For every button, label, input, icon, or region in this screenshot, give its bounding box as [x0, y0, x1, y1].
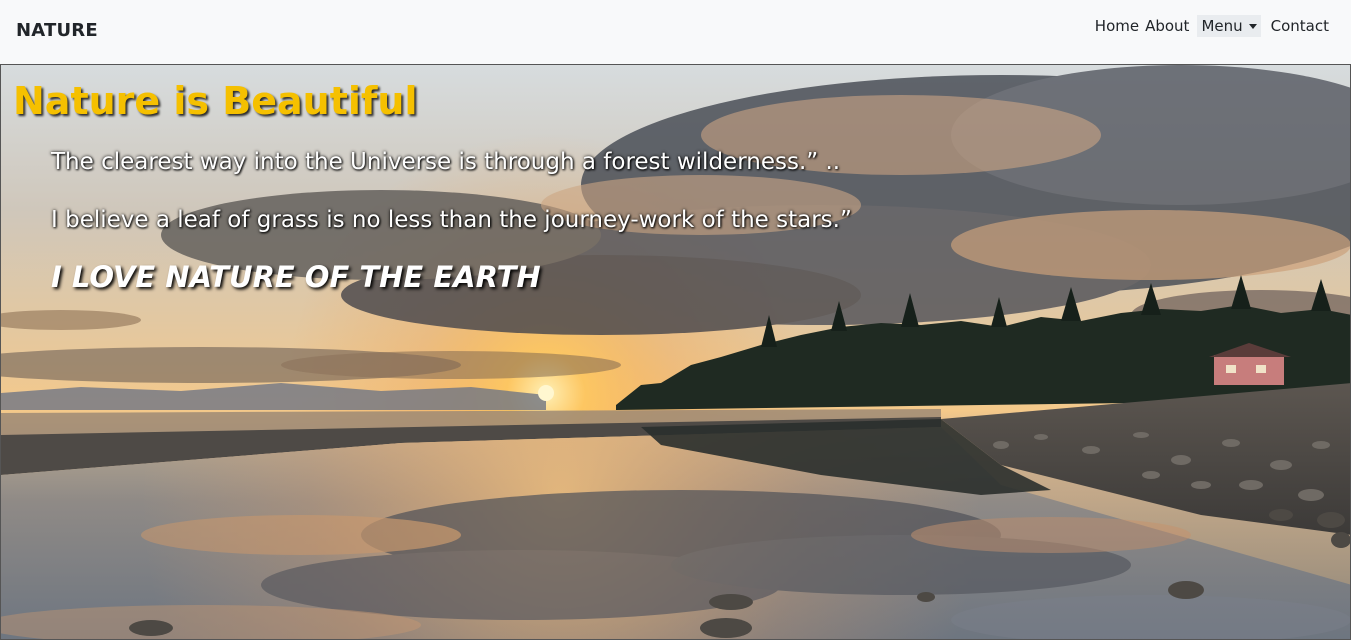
quote-text: The clearest way into the Universe is th…	[51, 149, 841, 175]
top-navbar: NATURE Home About Menu Contact	[0, 0, 1351, 64]
hero-slogan: I LOVE NATURE OF THE EARTH	[51, 260, 541, 294]
hero-title: Nature is Beautiful	[13, 79, 418, 123]
hero-section: Nature is Beautiful The clearest way int…	[0, 64, 1351, 640]
nav-home-link[interactable]: Home	[1095, 15, 1139, 37]
quote-text: I believe a leaf of grass is no less tha…	[51, 207, 852, 233]
caret-down-icon	[1248, 23, 1257, 29]
nav-contact-link[interactable]: Contact	[1271, 15, 1329, 37]
nav-menu-dropdown[interactable]: Menu	[1197, 15, 1261, 37]
nav-menu-label: Menu	[1201, 17, 1243, 35]
nav-links: Home About Menu Contact	[1089, 15, 1329, 37]
brand-logo[interactable]: NATURE	[16, 20, 98, 41]
nav-about-link[interactable]: About	[1145, 15, 1189, 37]
